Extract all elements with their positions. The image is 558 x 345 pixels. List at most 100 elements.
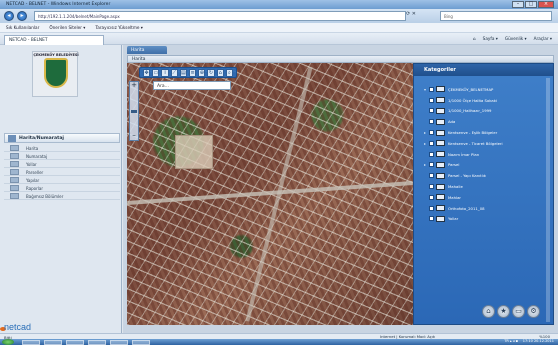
layer-list: ▾ ÇEKMEKÖY_BELNETMAP 1/1000 Ölçe Halita So…: [424, 84, 550, 224]
zoom-out-button[interactable]: –: [130, 132, 138, 140]
nav-item-raporlar[interactable]: Raporlar: [4, 184, 120, 192]
browserless-upgrade-link[interactable]: Tarayıcısız Yükseltme ▾: [95, 25, 143, 30]
command-bar: ⌂ Sayfa ▾ Güvenlik ▾ Araçlar ▾: [473, 36, 552, 41]
measure-icon[interactable]: ⟋: [170, 69, 178, 77]
settings-icon[interactable]: ⚙: [527, 305, 540, 318]
refresh-icon[interactable]: ↻: [207, 69, 215, 77]
address-input[interactable]: http://192.1.1.204/belnet/MainPage.aspx: [34, 11, 406, 21]
layer-checkbox[interactable]: [429, 162, 434, 168]
layer-style-icon: [436, 151, 445, 158]
layer-label: Mahalle: [448, 184, 463, 190]
search-input[interactable]: Bing: [440, 11, 552, 21]
zoom-slider[interactable]: + –: [129, 81, 139, 141]
map-search-input[interactable]: Ara...: [153, 81, 231, 90]
forward-button[interactable]: ▸: [17, 11, 27, 21]
select-icon[interactable]: ▭: [152, 69, 160, 77]
layer-checkbox[interactable]: [429, 216, 434, 222]
stop-icon[interactable]: ✕: [412, 11, 416, 17]
taskbar-app[interactable]: [88, 339, 106, 345]
layer-checkbox[interactable]: [429, 119, 434, 125]
info-icon[interactable]: i: [161, 69, 169, 77]
nav-item-bagimsiz-bolumler[interactable]: Bağımsız Bölümler: [4, 192, 120, 200]
browser-tab[interactable]: NETCAD - BELNET: [4, 35, 104, 45]
home-icon[interactable]: ⌂: [216, 69, 224, 77]
home-icon[interactable]: ⌂: [473, 36, 476, 41]
nav-item-yapilar[interactable]: Yapılar: [4, 176, 120, 184]
clock[interactable]: 17:10 20.12.2011: [523, 339, 554, 343]
layer-checkbox[interactable]: [429, 173, 434, 179]
layer-item[interactable]: ▸ Kentsenve - Ticaret Bölgeleri: [424, 138, 550, 149]
layer-checkbox[interactable]: [429, 130, 434, 136]
page-menu[interactable]: Sayfa ▾: [483, 36, 498, 41]
layer-checkbox[interactable]: [429, 151, 434, 157]
tab-harita[interactable]: Harita: [127, 46, 167, 54]
taskbar-app[interactable]: [110, 339, 128, 345]
home-icon[interactable]: ⌂: [482, 305, 495, 318]
layer-item[interactable]: ▸ Kentsenve - Eşlik Bölgeler: [424, 127, 550, 138]
nav-item-label: Bağımsız Bölümler: [26, 194, 64, 199]
layer-item[interactable]: ▸ Parsel: [424, 160, 550, 171]
layer-label: Orthofoto_2011_08: [448, 205, 485, 211]
layer-checkbox[interactable]: [429, 86, 434, 92]
taskbar-app[interactable]: [44, 339, 62, 345]
layer-item[interactable]: Yollar: [424, 214, 550, 225]
map-icon: [8, 135, 16, 142]
layer-checkbox[interactable]: [429, 184, 434, 190]
zoom-in-button[interactable]: +: [130, 82, 138, 90]
layer-checkbox[interactable]: [429, 194, 434, 200]
suggested-sites-link[interactable]: Önerilen Siteler ▾: [49, 25, 85, 30]
layer-item[interactable]: Parsel - Yapı Kanıtlık: [424, 170, 550, 181]
layer-style-icon: [436, 215, 445, 222]
nav-item-parseller[interactable]: Parseller: [4, 168, 120, 176]
minimize-button[interactable]: –: [512, 1, 524, 8]
parcel-icon: [10, 169, 19, 175]
search-icon[interactable]: ⌕: [225, 69, 234, 77]
nav-header[interactable]: Harita/Numarataj: [4, 133, 120, 143]
layer-checkbox[interactable]: [429, 108, 434, 114]
nav-item-numarataj[interactable]: Numarataj: [4, 152, 120, 160]
system-tray[interactable]: TR ▴ ◂ ▪: [504, 339, 518, 343]
taskbar-app[interactable]: [132, 339, 150, 345]
layer-item[interactable]: Ada: [424, 116, 550, 127]
layers-icon[interactable]: ≡: [189, 69, 197, 77]
layer-label: Kentsenve - Eşlik Bölgeler: [448, 130, 498, 136]
municipality-logo: ÇEKMEKÖY BELEDİYESİ: [32, 51, 79, 97]
pan-icon[interactable]: ✥: [143, 69, 151, 77]
nav-item-harita[interactable]: Harita: [4, 144, 120, 152]
layer-checkbox[interactable]: [429, 140, 434, 146]
layer-checkbox[interactable]: [429, 97, 434, 103]
nav-item-label: Yapılar: [26, 178, 40, 183]
favorites-button[interactable]: Sık Kullanılanlar: [6, 25, 39, 30]
road-icon: [10, 161, 19, 167]
window-icon[interactable]: ▭: [512, 305, 525, 318]
layer-label: ÇEKMEKÖY_BELNETMAP: [448, 86, 494, 92]
tools-menu[interactable]: Araçlar ▾: [534, 36, 552, 41]
safety-menu[interactable]: Güvenlik ▾: [505, 36, 527, 41]
zoom-icon[interactable]: ⊕: [198, 69, 206, 77]
close-window-button[interactable]: ×: [538, 1, 554, 8]
taskbar-app[interactable]: [22, 339, 40, 345]
nav-item-label: Numarataj: [26, 154, 48, 159]
layer-item[interactable]: Mahlar: [424, 192, 550, 203]
zoom-handle[interactable]: [131, 110, 137, 113]
star-icon[interactable]: ★: [497, 305, 510, 318]
layer-item[interactable]: Mahalle: [424, 181, 550, 192]
layer-item[interactable]: ▾ ÇEKMEKÖY_BELNETMAP: [424, 84, 550, 95]
map-view[interactable]: ✥ ▭ i ⟋ ▤ ≡ ⊕ ↻ ⌂ ⌕ Ara... + –: [127, 63, 413, 325]
layer-item[interactable]: Nazım İmar Plan: [424, 149, 550, 160]
back-button[interactable]: ◂: [4, 11, 14, 21]
nav-item-yollar[interactable]: Yollar: [4, 160, 120, 168]
layer-item[interactable]: 1/1000 Ölçe Halita Sokaki: [424, 95, 550, 106]
refresh-icon[interactable]: ⟳: [406, 11, 410, 17]
print-icon[interactable]: ▤: [179, 69, 188, 77]
window-controls: – □ ×: [512, 1, 554, 8]
layer-item[interactable]: 1/1000_Halihazır_1999: [424, 106, 550, 117]
address-bar-row: ◂ ▸ http://192.1.1.204/belnet/MainPage.a…: [0, 9, 558, 23]
maximize-button[interactable]: □: [525, 1, 537, 8]
logo-text: ÇEKMEKÖY BELEDİYESİ: [33, 53, 79, 57]
taskbar-app[interactable]: [66, 339, 84, 345]
start-button[interactable]: [2, 339, 14, 345]
layer-checkbox[interactable]: [429, 205, 434, 211]
layer-style-icon: [436, 118, 445, 125]
layer-item[interactable]: Orthofoto_2011_08: [424, 203, 550, 214]
